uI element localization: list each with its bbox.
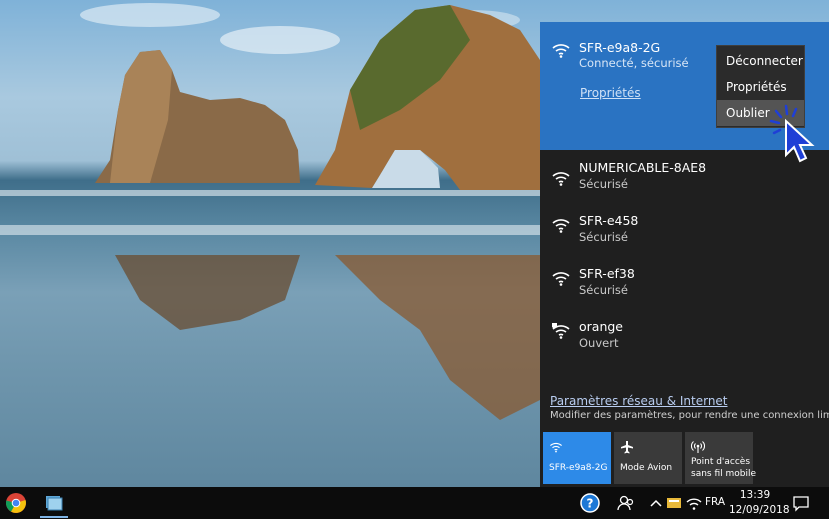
wifi-icon <box>552 272 570 286</box>
system-clock[interactable]: 13:39 12/09/2018 <box>729 488 790 518</box>
people-icon[interactable] <box>615 492 637 514</box>
input-language[interactable]: FRA <box>705 496 725 508</box>
clock-date: 12/09/2018 <box>729 504 790 516</box>
network-status: Ouvert <box>579 336 619 350</box>
network-name: NUMERICABLE-8AE8 <box>579 160 707 175</box>
network-status: Connecté, sécurisé <box>579 56 689 70</box>
quick-action-label: SFR-e9a8-2G <box>549 463 608 473</box>
wifi-icon <box>552 44 570 58</box>
quick-action-hotspot[interactable]: Point d'accès sans fil mobile <box>685 432 757 484</box>
network-status: Sécurisé <box>579 177 628 191</box>
wifi-icon[interactable] <box>683 492 705 514</box>
app-icon[interactable] <box>43 492 65 514</box>
quick-action-label-line1: Point d'accès <box>691 457 751 467</box>
quick-action-label-line2: sans fil mobile <box>691 469 757 479</box>
network-settings-description: Modifier des paramètres, pour rendre une… <box>550 410 829 421</box>
network-name: orange <box>579 319 623 334</box>
network-item[interactable]: SFR-ef38 Sécurisé <box>540 256 829 308</box>
network-status: Sécurisé <box>579 230 628 244</box>
network-settings-link[interactable]: Paramètres réseau & Internet <box>550 394 728 408</box>
wifi-icon <box>552 219 570 233</box>
menu-item-disconnect[interactable]: Déconnecter <box>717 48 804 74</box>
hotspot-icon <box>691 441 705 453</box>
network-status: Sécurisé <box>579 283 628 297</box>
mouse-cursor-icon <box>769 104 815 163</box>
chrome-icon[interactable] <box>5 492 27 514</box>
taskbar: ? FRA 13:39 12/09/2018 <box>0 487 829 519</box>
network-name: SFR-e9a8-2G <box>579 40 661 55</box>
drive-icon[interactable] <box>663 492 685 514</box>
network-name: SFR-e458 <box>579 213 639 228</box>
network-properties-link[interactable]: Propriétés <box>580 86 641 100</box>
action-center-icon[interactable] <box>790 492 812 514</box>
network-item[interactable]: orange Ouvert <box>540 309 829 361</box>
svg-text:?: ? <box>587 497 594 511</box>
network-name: SFR-ef38 <box>579 266 635 281</box>
wifi-open-shield-icon <box>552 323 570 339</box>
network-item[interactable]: SFR-e458 Sécurisé <box>540 203 829 255</box>
quick-action-wifi[interactable]: SFR-e9a8-2G <box>543 432 611 484</box>
help-icon[interactable]: ? <box>579 492 601 514</box>
airplane-icon <box>621 441 633 454</box>
wifi-icon <box>552 172 570 186</box>
wifi-icon <box>550 442 562 453</box>
menu-item-properties[interactable]: Propriétés <box>717 74 804 100</box>
active-app-indicator <box>40 516 68 518</box>
quick-action-label: Mode Avion <box>620 463 673 473</box>
clock-time: 13:39 <box>739 489 771 501</box>
quick-action-airplane[interactable]: Mode Avion <box>614 432 682 484</box>
